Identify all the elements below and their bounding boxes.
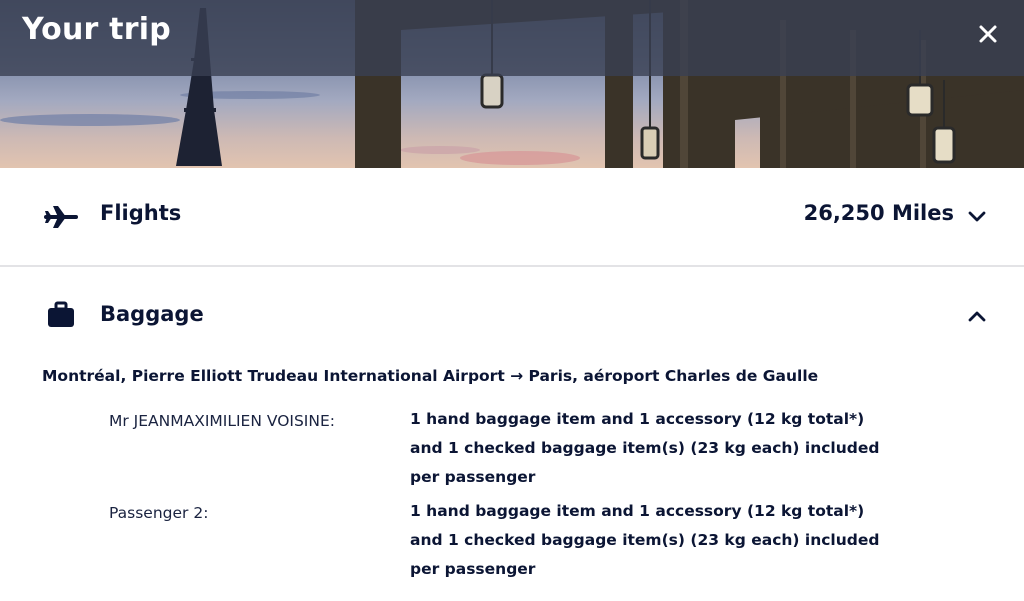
chevron-up-icon	[968, 311, 986, 322]
page-title: Your trip	[22, 12, 171, 47]
allowance-line: per passenger	[410, 468, 536, 486]
suitcase-icon	[48, 301, 74, 327]
passenger-name: Passenger 2:	[109, 504, 209, 522]
close-button[interactable]	[972, 18, 1004, 50]
hero-banner: Your trip	[0, 0, 1024, 168]
allowance-line: 1 hand baggage item and 1 accessory (12 …	[410, 410, 865, 428]
baggage-section-toggle[interactable]: Baggage	[0, 267, 1024, 357]
baggage-label: Baggage	[100, 302, 204, 326]
allowance-line: 1 hand baggage item and 1 accessory (12 …	[410, 502, 865, 520]
airplane-icon	[44, 206, 78, 228]
flights-section-toggle[interactable]: Flights 26,250 Miles	[0, 168, 1024, 265]
passenger-name: Mr JEANMAXIMILIEN VOISINE:	[109, 412, 335, 430]
chevron-down-icon	[968, 211, 986, 222]
allowance-line: per passenger	[410, 560, 536, 578]
route-heading: Montréal, Pierre Elliott Trudeau Interna…	[42, 367, 819, 385]
allowance-line: and 1 checked baggage item(s) (23 kg eac…	[410, 439, 880, 457]
flights-total-miles: 26,250 Miles	[803, 201, 954, 225]
flights-label: Flights	[100, 201, 182, 225]
close-icon	[979, 25, 997, 43]
baggage-allowance: 1 hand baggage item and 1 accessory (12 …	[410, 405, 880, 492]
allowance-line: and 1 checked baggage item(s) (23 kg eac…	[410, 531, 880, 549]
baggage-allowance: 1 hand baggage item and 1 accessory (12 …	[410, 497, 880, 584]
